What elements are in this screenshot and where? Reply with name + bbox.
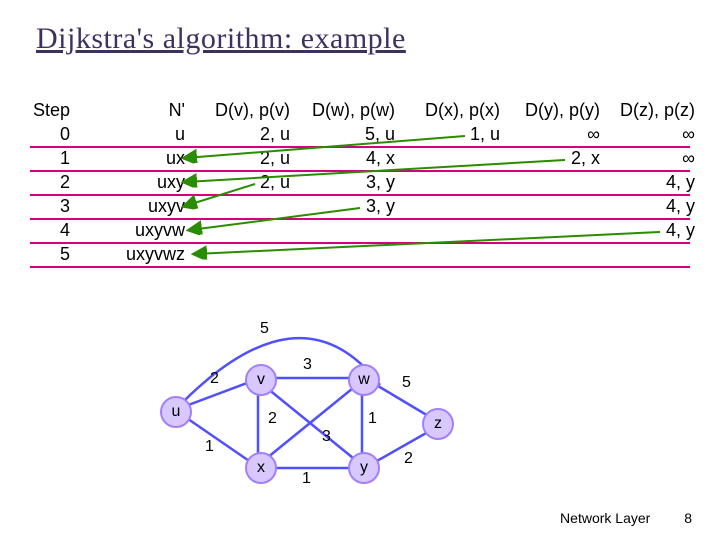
weight-vw: 3 bbox=[303, 356, 312, 374]
node-v: v bbox=[245, 364, 277, 396]
weight-wz: 5 bbox=[402, 374, 411, 392]
slide-title: Dijkstra's algorithm: example bbox=[36, 22, 406, 55]
node-x: x bbox=[245, 452, 277, 484]
footer-section: Network Layer bbox=[560, 510, 650, 526]
node-u: u bbox=[160, 396, 192, 428]
slide-footer: Network Layer 8 bbox=[560, 510, 692, 526]
weight-xy: 1 bbox=[302, 470, 311, 488]
network-graph: u v w x y z 5 2 1 3 1 2 3 1 5 2 bbox=[150, 310, 460, 500]
node-y: y bbox=[348, 452, 380, 484]
selection-arrows bbox=[30, 100, 690, 290]
weight-uv: 2 bbox=[210, 370, 219, 388]
weight-xw: 3 bbox=[322, 428, 331, 446]
node-w: w bbox=[348, 364, 380, 396]
weight-uw: 5 bbox=[260, 320, 269, 338]
node-z: z bbox=[422, 408, 454, 440]
weight-ux: 1 bbox=[205, 438, 214, 456]
weight-wy: 1 bbox=[368, 410, 377, 428]
page-number: 8 bbox=[684, 510, 692, 526]
weight-vx: 2 bbox=[268, 410, 277, 428]
weight-yz: 2 bbox=[404, 450, 413, 468]
